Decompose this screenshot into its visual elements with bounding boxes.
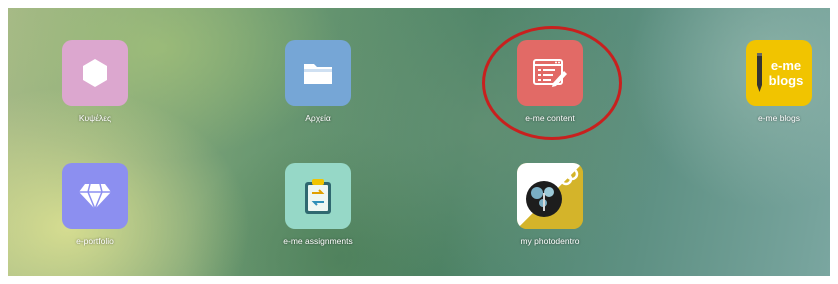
app-label: Αρχεία bbox=[305, 113, 331, 123]
app-eme-content[interactable]: e-me content bbox=[485, 40, 615, 123]
app-label: e-me blogs bbox=[757, 113, 801, 123]
blogs-icon: e-me blogs bbox=[746, 40, 812, 106]
app-arxeia[interactable]: Αρχεία bbox=[253, 40, 383, 123]
folder-icon bbox=[285, 40, 351, 106]
hexagon-icon bbox=[62, 40, 128, 106]
clipboard-icon bbox=[285, 163, 351, 229]
blogs-icon-text-1: e-me bbox=[771, 58, 801, 73]
app-label: my photodentro bbox=[520, 236, 580, 246]
photodentro-icon bbox=[517, 163, 583, 229]
app-label: e-me assignments bbox=[283, 236, 353, 246]
app-e-portfolio[interactable]: e-portfolio bbox=[30, 163, 160, 246]
app-label: e-portfolio bbox=[76, 236, 114, 246]
app-eme-assignments[interactable]: e-me assignments bbox=[253, 163, 383, 246]
app-kypseles[interactable]: Κυψέλες bbox=[30, 40, 160, 123]
diamond-icon bbox=[62, 163, 128, 229]
app-label: Κυψέλες bbox=[78, 113, 112, 123]
app-label: e-me content bbox=[525, 113, 575, 123]
content-editor-icon bbox=[517, 40, 583, 106]
app-my-photodentro[interactable]: my photodentro bbox=[485, 163, 615, 246]
blogs-icon-text-2: blogs bbox=[769, 73, 804, 88]
app-launcher-desktop: Κυψέλες Αρχεία e-me content e-me blogs e… bbox=[8, 8, 830, 276]
app-eme-blogs[interactable]: e-me blogs e-me blogs bbox=[714, 40, 830, 123]
